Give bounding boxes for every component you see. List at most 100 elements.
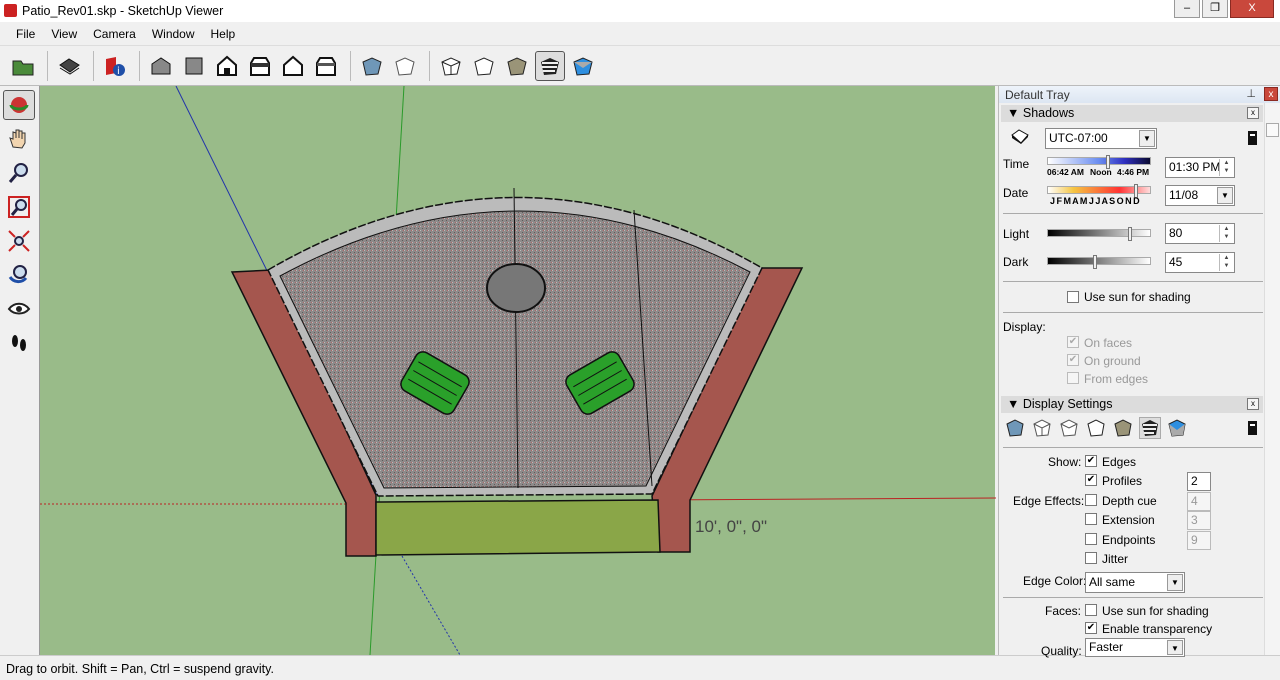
shaded-style-icon[interactable] bbox=[1113, 418, 1133, 438]
transparency-label: Enable transparency bbox=[1102, 622, 1213, 636]
depth-cue-label: Depth cue bbox=[1102, 494, 1157, 508]
chevron-down-icon: ▼ bbox=[1139, 130, 1155, 147]
menu-file[interactable]: File bbox=[8, 27, 43, 41]
toolbar-separator bbox=[93, 50, 94, 81]
quality-select[interactable]: Faster ▼ bbox=[1085, 638, 1185, 657]
jitter-checkbox[interactable] bbox=[1085, 552, 1097, 564]
tray-scrollbar[interactable] bbox=[1264, 103, 1280, 655]
wireframe-icon[interactable] bbox=[390, 51, 420, 81]
faces-sun-shading-checkbox[interactable] bbox=[1085, 604, 1097, 616]
hidden-style-icon[interactable] bbox=[1086, 418, 1106, 438]
tray-title: Default Tray bbox=[1005, 88, 1070, 102]
light-input[interactable]: 80 ▲ ▼ bbox=[1165, 223, 1235, 244]
patio-model bbox=[40, 85, 997, 656]
fire-pit bbox=[486, 263, 546, 313]
display-settings-section-header[interactable]: ▼ Display Settings x bbox=[1001, 396, 1263, 413]
edge-color-select[interactable]: All same ▼ bbox=[1085, 572, 1185, 593]
model-info-icon[interactable]: i bbox=[100, 51, 130, 81]
xray-style-icon[interactable] bbox=[1005, 418, 1025, 438]
on-faces-checkbox[interactable]: ✔ bbox=[1067, 336, 1079, 348]
iso-view-icon[interactable] bbox=[146, 51, 176, 81]
open-icon[interactable] bbox=[8, 51, 38, 81]
hidden-line-icon-2[interactable] bbox=[469, 51, 499, 81]
monochrome-style-icon[interactable] bbox=[1167, 418, 1187, 438]
date-select[interactable]: 11/08 ▼ bbox=[1165, 185, 1235, 206]
window-title: Patio_Rev01.skp - SketchUp Viewer bbox=[22, 4, 224, 18]
shaded-icon[interactable] bbox=[502, 51, 532, 81]
transparency-checkbox[interactable]: ✔ bbox=[1085, 622, 1097, 634]
faces-sun-label: Use sun for shading bbox=[1102, 604, 1209, 618]
use-sun-shading-checkbox[interactable] bbox=[1067, 291, 1079, 303]
shaded-textures-icon[interactable] bbox=[535, 50, 565, 81]
look-around-icon[interactable] bbox=[3, 294, 35, 324]
blue-axis-dashed bbox=[401, 555, 461, 656]
hidden-line-icon[interactable] bbox=[436, 51, 466, 81]
3d-viewport[interactable]: 10', 0", 0" bbox=[39, 85, 997, 656]
section-close-icon[interactable]: x bbox=[1247, 107, 1259, 119]
depth-cue-input[interactable]: 4 bbox=[1187, 492, 1211, 511]
light-slider-thumb[interactable] bbox=[1128, 227, 1132, 241]
main-toolbar: i bbox=[0, 46, 1280, 86]
depth-cue-checkbox[interactable] bbox=[1085, 494, 1097, 506]
menu-camera[interactable]: Camera bbox=[85, 27, 144, 41]
minimize-button[interactable]: ‒ bbox=[1174, 0, 1200, 18]
tray-header: Default Tray ⊥ x bbox=[999, 86, 1280, 103]
previous-view-icon[interactable] bbox=[3, 260, 35, 290]
menu-window[interactable]: Window bbox=[144, 27, 203, 41]
dark-input[interactable]: 45 ▲ ▼ bbox=[1165, 252, 1235, 273]
menu-view[interactable]: View bbox=[43, 27, 85, 41]
details-toggle-icon[interactable] bbox=[1247, 130, 1259, 146]
close-button[interactable]: X bbox=[1230, 0, 1274, 18]
jitter-label: Jitter bbox=[1102, 552, 1129, 566]
time-input[interactable]: 01:30 PM ▲ ▼ bbox=[1165, 157, 1235, 178]
wireframe-style-icon[interactable] bbox=[1032, 418, 1052, 438]
walk-icon[interactable] bbox=[3, 328, 35, 358]
details-toggle-icon[interactable] bbox=[1247, 420, 1259, 436]
front-view-icon[interactable] bbox=[212, 51, 242, 81]
left-view-icon[interactable] bbox=[311, 51, 341, 81]
zoom-window-icon[interactable] bbox=[3, 192, 35, 222]
profiles-width-input[interactable]: 2 bbox=[1187, 472, 1211, 491]
divider bbox=[1003, 447, 1263, 448]
pan-icon[interactable] bbox=[3, 124, 35, 154]
section-close-icon[interactable]: x bbox=[1247, 398, 1259, 410]
zoom-icon[interactable] bbox=[3, 158, 35, 188]
extension-checkbox[interactable] bbox=[1085, 513, 1097, 525]
time-tick: 06:42 AM bbox=[1047, 167, 1085, 177]
menu-help[interactable]: Help bbox=[203, 27, 244, 41]
light-label: Light bbox=[1003, 227, 1030, 241]
light-slider[interactable] bbox=[1047, 227, 1151, 241]
tray-close-button[interactable]: x bbox=[1264, 87, 1278, 101]
shadows-section-header[interactable]: ▼ Shadows x bbox=[1001, 105, 1263, 122]
chevron-down-icon: ▼ bbox=[1217, 187, 1233, 204]
right-view-icon[interactable] bbox=[245, 51, 275, 81]
time-tick: 4:46 PM bbox=[1117, 167, 1150, 177]
print-icon[interactable] bbox=[54, 51, 84, 81]
maximize-button[interactable]: ❐ bbox=[1202, 0, 1228, 18]
hidden-line-style-icon[interactable] bbox=[1059, 418, 1079, 438]
xray-icon[interactable] bbox=[357, 51, 387, 81]
timezone-select[interactable]: UTC-07:00 ▼ bbox=[1045, 128, 1157, 149]
scroll-thumb[interactable] bbox=[1266, 123, 1279, 137]
profiles-checkbox[interactable]: ✔ bbox=[1085, 474, 1097, 486]
dark-slider-thumb[interactable] bbox=[1093, 255, 1097, 269]
shaded-textures-style-icon[interactable] bbox=[1139, 417, 1161, 439]
divider bbox=[1003, 597, 1263, 598]
top-view-icon[interactable] bbox=[179, 51, 209, 81]
from-edges-checkbox[interactable] bbox=[1067, 372, 1079, 384]
date-slider[interactable] bbox=[1047, 184, 1151, 198]
extension-input[interactable]: 3 bbox=[1187, 511, 1211, 530]
endpoints-input[interactable]: 9 bbox=[1187, 531, 1211, 550]
edges-checkbox[interactable]: ✔ bbox=[1085, 455, 1097, 467]
time-slider[interactable] bbox=[1047, 155, 1151, 169]
zoom-extents-icon[interactable] bbox=[3, 226, 35, 256]
pin-icon[interactable]: ⊥ bbox=[1246, 87, 1256, 100]
on-ground-checkbox[interactable]: ✔ bbox=[1067, 354, 1079, 366]
back-view-icon[interactable] bbox=[278, 51, 308, 81]
dark-slider[interactable] bbox=[1047, 255, 1151, 269]
monochrome-icon[interactable] bbox=[568, 51, 598, 81]
title-bar: Patio_Rev01.skp - SketchUp Viewer ‒ ❐ X bbox=[0, 0, 1280, 22]
shadow-toggle-icon[interactable] bbox=[1009, 128, 1031, 146]
orbit-icon[interactable] bbox=[3, 90, 35, 120]
endpoints-checkbox[interactable] bbox=[1085, 533, 1097, 545]
